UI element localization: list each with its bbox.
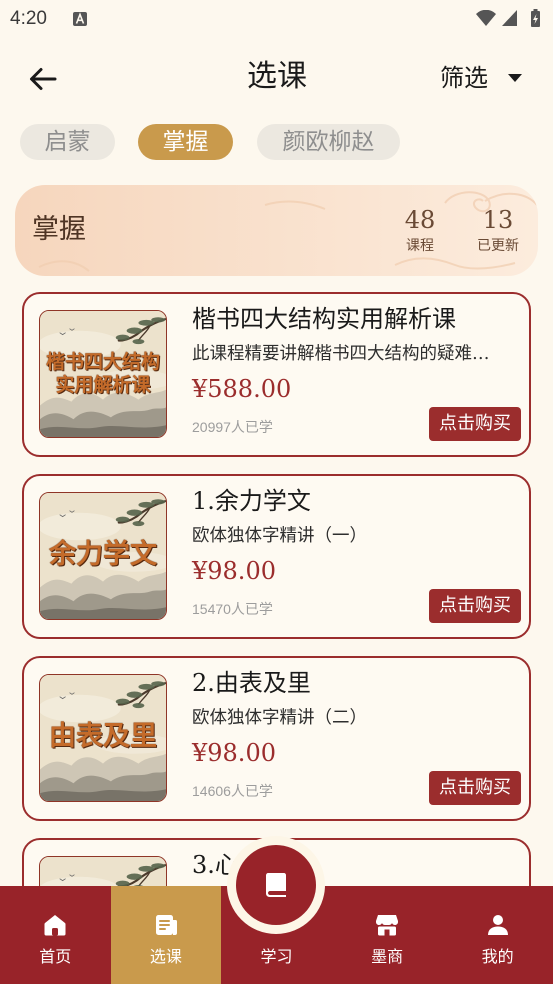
ink-landscape-image bbox=[40, 857, 166, 886]
course-card[interactable]: 楷书四大结构 实用解析课 楷书四大结构实用解析课 此课程精要讲解楷书四大结构的疑… bbox=[22, 292, 531, 457]
person-icon bbox=[487, 915, 508, 935]
page-title: 选课 bbox=[247, 59, 307, 94]
summary-title: 掌握 bbox=[32, 214, 86, 245]
course-card[interactable]: 由表及里 2.由表及里 欧体独体字精讲（二） ¥98.00 14606人已学 点… bbox=[22, 656, 531, 821]
course-list-icon bbox=[155, 915, 177, 935]
nav-item-home[interactable]: 首页 bbox=[0, 886, 111, 984]
course-thumbnail: 余力学文 bbox=[39, 492, 167, 620]
buy-button[interactable]: 点击购买 bbox=[429, 407, 521, 441]
course-card[interactable]: 余力学文 1.余力学文 欧体独体字精讲（一） ¥98.00 15470人已学 点… bbox=[22, 474, 531, 639]
learner-count: 15470人已学 bbox=[192, 601, 273, 617]
tab-qimeng[interactable]: 启蒙 bbox=[20, 124, 115, 160]
stat-value: 13 bbox=[482, 206, 514, 234]
nav-item-shop[interactable]: 墨商 bbox=[332, 886, 443, 984]
nav-label: 墨商 bbox=[371, 947, 404, 966]
course-description: 欧体独体字精讲（二） bbox=[192, 708, 367, 728]
course-description: 此课程精要讲解楷书四大结构的疑难… bbox=[192, 344, 490, 364]
course-price: ¥98.00 bbox=[192, 739, 276, 767]
study-fab-core[interactable] bbox=[236, 845, 316, 925]
course-count-stat: 48 课程 bbox=[380, 205, 460, 256]
nav-label: 学习 bbox=[260, 947, 293, 966]
battery-charging-icon bbox=[531, 9, 540, 27]
home-icon bbox=[44, 915, 66, 936]
arrow-left-icon[interactable] bbox=[28, 66, 58, 92]
buy-button[interactable]: 点击购买 bbox=[429, 589, 521, 623]
a-notification-icon bbox=[73, 12, 87, 26]
caret-down-icon[interactable] bbox=[508, 74, 522, 83]
stat-label: 课程 bbox=[406, 238, 434, 254]
thumbnail-calligraphy: 余力学文 bbox=[49, 539, 157, 570]
course-title: 楷书四大结构实用解析课 bbox=[192, 305, 456, 333]
study-fab-button[interactable] bbox=[227, 836, 325, 934]
thumbnail-calligraphy: 实用解析课 bbox=[55, 374, 151, 396]
stat-label: 已更新 bbox=[477, 238, 519, 254]
tab-yan-ou-liu-zhao[interactable]: 颜欧柳赵 bbox=[257, 124, 400, 160]
nav-item-profile[interactable]: 我的 bbox=[442, 886, 553, 984]
thumbnail-calligraphy: 楷书四大结构 bbox=[45, 351, 160, 373]
learner-count: 20997人已学 bbox=[192, 419, 273, 435]
course-title: 2.由表及里 bbox=[192, 669, 311, 697]
nav-label: 首页 bbox=[39, 947, 72, 966]
course-title: 1.余力学文 bbox=[192, 487, 311, 515]
updated-count-stat: 13 已更新 bbox=[458, 205, 538, 256]
status-time: 4:20 bbox=[10, 8, 47, 29]
nav-label: 选课 bbox=[149, 947, 182, 966]
tab-zhangwo[interactable]: 掌握 bbox=[138, 124, 233, 160]
filter-button[interactable]: 筛选 bbox=[440, 61, 488, 95]
course-price: ¥588.00 bbox=[192, 375, 292, 403]
course-thumbnail bbox=[39, 856, 167, 886]
store-icon bbox=[376, 915, 399, 936]
course-thumbnail: 由表及里 bbox=[39, 674, 167, 802]
nav-label: 我的 bbox=[481, 947, 514, 966]
learner-count: 14606人已学 bbox=[192, 783, 273, 799]
book-icon bbox=[266, 873, 286, 897]
course-description: 欧体独体字精讲（一） bbox=[192, 526, 367, 546]
stat-value: 48 bbox=[404, 206, 436, 234]
category-summary-card: 掌握 48 课程 13 已更新 bbox=[15, 185, 538, 276]
signal-icon bbox=[502, 10, 517, 26]
wifi-icon bbox=[476, 10, 496, 26]
thumbnail-calligraphy: 由表及里 bbox=[49, 721, 157, 752]
buy-button[interactable]: 点击购买 bbox=[429, 771, 521, 805]
course-list-viewport[interactable]: 掌握 48 课程 13 已更新 楷书四大结构 实用解析课 楷书四大结构实用解析课… bbox=[0, 176, 553, 886]
course-price: ¥98.00 bbox=[192, 557, 276, 585]
course-thumbnail: 楷书四大结构 实用解析课 bbox=[39, 310, 167, 438]
nav-item-courses[interactable]: 选课 bbox=[110, 886, 222, 984]
